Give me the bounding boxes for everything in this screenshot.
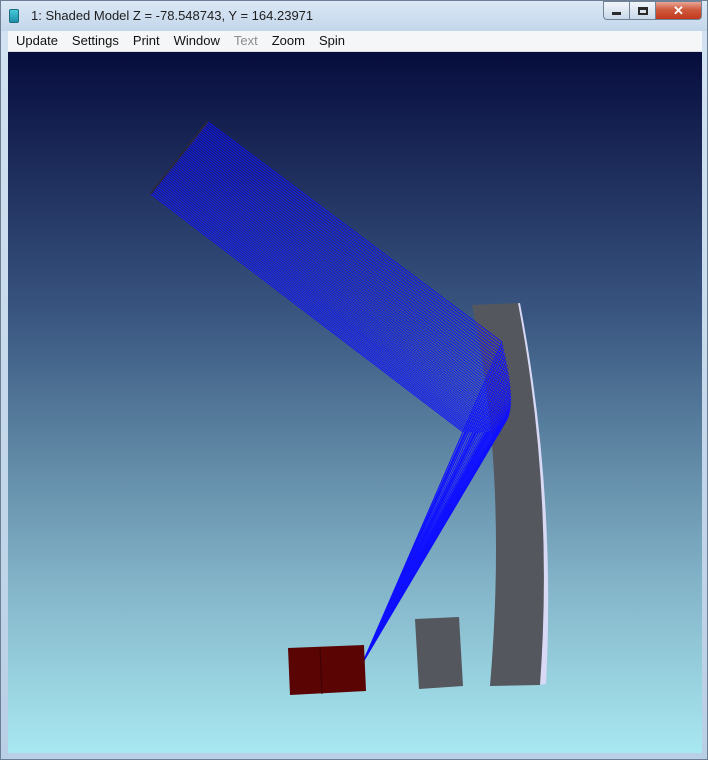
close-icon: ✕ [673, 2, 684, 18]
menu-bar: Update Settings Print Window Text Zoom S… [8, 31, 702, 52]
maximize-icon [637, 6, 648, 15]
menu-settings[interactable]: Settings [65, 31, 126, 52]
curved-mirror [472, 303, 544, 686]
window-title: 1: Shaded Model Z = -78.548743, Y = 164.… [31, 8, 314, 23]
menu-window[interactable]: Window [167, 31, 227, 52]
maximize-button[interactable] [630, 1, 656, 20]
shaded-model-scene [149, 121, 549, 695]
title-bar[interactable]: 1: Shaded Model Z = -78.548743, Y = 164.… [1, 1, 707, 31]
app-icon [9, 9, 19, 23]
detector-block [288, 645, 366, 695]
ray-0 [150, 193, 464, 663]
menu-zoom[interactable]: Zoom [265, 31, 312, 52]
ray-3 [154, 189, 472, 663]
minimize-icon [612, 12, 621, 15]
gray-block [415, 617, 463, 689]
minimize-button[interactable] [603, 1, 630, 20]
ray-35 [193, 140, 511, 663]
menu-text[interactable]: Text [227, 31, 265, 52]
ray-bundle [150, 121, 512, 663]
ray-1 [151, 192, 467, 663]
ray-2 [153, 190, 469, 663]
ray-43 [202, 127, 506, 663]
app-window: 1: Shaded Model Z = -78.548743, Y = 164.… [0, 0, 708, 760]
ray-30 [187, 147, 512, 663]
menu-update[interactable]: Update [9, 31, 65, 52]
menu-spin[interactable]: Spin [312, 31, 352, 52]
close-button[interactable]: ✕ [656, 1, 702, 20]
ray-28 [184, 150, 511, 663]
menu-print[interactable]: Print [126, 31, 167, 52]
window-controls: ✕ [603, 1, 702, 21]
model-viewport[interactable] [8, 52, 702, 753]
